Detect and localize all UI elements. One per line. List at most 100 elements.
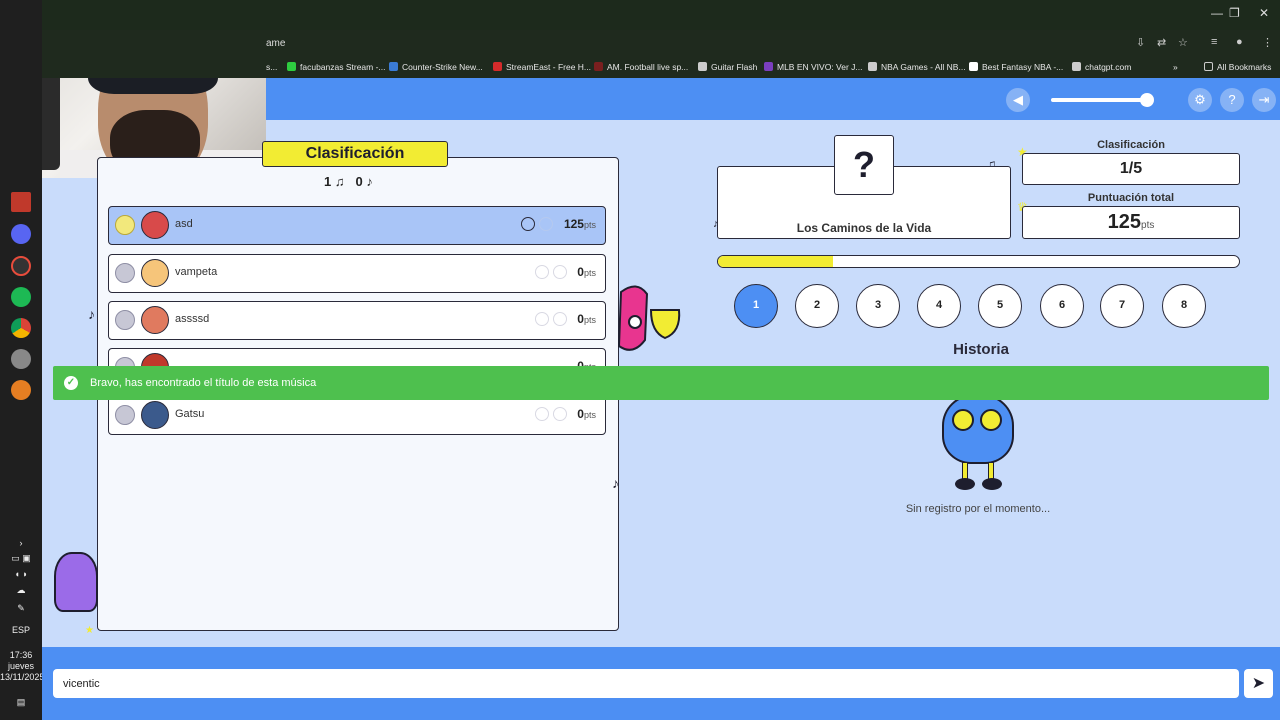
progress-fill [718, 256, 833, 267]
language-indicator[interactable]: ESP [0, 625, 42, 635]
mascot-glasses [980, 409, 1002, 431]
profile-icon[interactable]: ● [1236, 36, 1243, 48]
avatar [141, 211, 169, 239]
artist-icon [553, 312, 567, 326]
round-2: 2 [795, 284, 839, 328]
leaderboard-row: Gatsu 0pts [108, 396, 606, 435]
send-button[interactable]: ➤ [1244, 669, 1273, 698]
clock-time[interactable]: 17:36 [0, 650, 42, 660]
address-bar[interactable]: ame ⇩ ⇄ ☆ ≡ ● ⋮ [42, 30, 1280, 56]
restore-icon[interactable]: ❐ [1229, 6, 1240, 20]
music-note-icon: ♪ [88, 306, 95, 322]
mascot-icon [942, 394, 1014, 464]
leaderboard-counts: 1 ♫ 0 ♪ [324, 174, 373, 189]
translate-icon[interactable]: ⇄ [1157, 36, 1166, 49]
bookmark-item[interactable]: AM. Football live sp... [594, 62, 688, 72]
bookmark-favicon [698, 62, 707, 71]
chrome-icon[interactable] [11, 318, 31, 338]
bookmarks-bar: s... facubanzas Stream -... Counter-Stri… [42, 56, 1280, 78]
star-icon: ★ [85, 625, 94, 636]
trophy-mascot-icon [617, 285, 681, 351]
player-name: asd [175, 218, 193, 230]
bookmark-item[interactable]: chatgpt.com [1072, 62, 1131, 72]
round-1: 1 [734, 284, 778, 328]
menu-icon[interactable]: ⋮ [1262, 36, 1273, 49]
bookmark-star-icon[interactable]: ☆ [1178, 36, 1188, 49]
app-icon[interactable] [11, 192, 31, 212]
music-note-icon [535, 265, 549, 279]
app-icon[interactable] [11, 380, 31, 400]
round-6: 6 [1040, 284, 1084, 328]
bookmark-item[interactable]: MLB EN VIVO: Ver J... [764, 62, 863, 72]
round-4: 4 [917, 284, 961, 328]
player-name: assssd [175, 313, 210, 325]
app-icon[interactable] [11, 256, 31, 276]
bookmark-favicon [493, 62, 502, 71]
pen-icon[interactable]: ✎ [0, 603, 42, 614]
media-icon[interactable]: ≡ [1211, 36, 1217, 48]
bookmark-favicon [594, 62, 603, 71]
volume-icon[interactable]: ◀ [1006, 88, 1030, 112]
avatar [141, 259, 169, 287]
mascot-foot [955, 478, 975, 490]
cloud-icon[interactable]: ☁ [0, 585, 42, 596]
artist-icon [539, 217, 553, 231]
history-empty-text: Sin registro por el momento... [905, 503, 1051, 515]
round-progress-bar [717, 255, 1240, 268]
music-note-icon: ♪ [612, 475, 619, 491]
rank-value: 1/5 [1022, 153, 1240, 185]
volume-slider-knob[interactable] [1140, 93, 1154, 107]
mascot-glasses [952, 409, 974, 431]
leaderboard-row: asd 125pts [108, 206, 606, 245]
leaderboard-row: vampeta 0pts [108, 254, 606, 293]
artist-icon: ♪ [366, 174, 373, 189]
settings-icon[interactable]: ⚙ [1188, 88, 1212, 112]
player-points: 0pts [577, 312, 596, 326]
all-bookmarks[interactable]: All Bookmarks [1204, 62, 1271, 72]
round-8: 8 [1162, 284, 1206, 328]
bookmark-item[interactable]: StreamEast - Free H... [493, 62, 591, 72]
os-taskbar: › ▭ ▣ ◖ ◗ ☁ ✎ ESP 17:36 jueves 13/11/202… [0, 0, 44, 720]
volume-slider[interactable] [1051, 98, 1147, 102]
round-7: 7 [1100, 284, 1144, 328]
clock-day: jueves [7, 661, 34, 671]
answer-input[interactable] [53, 669, 1239, 698]
volume-tray-icon[interactable]: ◖ ◗ [0, 569, 42, 579]
app-icon[interactable] [11, 349, 31, 369]
folder-icon [1204, 62, 1213, 71]
minimize-icon[interactable]: — [1211, 6, 1223, 20]
chevron-right-icon[interactable]: » [1173, 62, 1178, 72]
discord-icon[interactable] [11, 224, 31, 244]
medal-icon [115, 215, 135, 235]
tray-icons[interactable]: ▭ ▣ [0, 553, 42, 564]
success-toast: ✓ Bravo, has encontrado el título de est… [53, 366, 1269, 400]
round-5: 5 [978, 284, 1022, 328]
notification-icon[interactable]: ▤ [0, 697, 42, 708]
bookmark-item[interactable]: NBA Games - All NB... [868, 62, 966, 72]
bookmark-favicon [969, 62, 978, 71]
history-title: Historia [953, 341, 1009, 358]
bookmark-favicon [868, 62, 877, 71]
exit-icon[interactable]: ⇥ [1252, 88, 1276, 112]
bookmark-item[interactable]: Best Fantasy NBA -... [969, 62, 1063, 72]
bookmark-item[interactable]: facubanzas Stream -... [287, 62, 386, 72]
browser-titlebar: — ❐ ✕ [42, 0, 1280, 30]
spotify-icon[interactable] [11, 287, 31, 307]
chevron-up-icon[interactable]: › [0, 538, 42, 548]
install-icon[interactable]: ⇩ [1136, 36, 1145, 49]
avatar [141, 401, 169, 429]
leaderboard-row: assssd 0pts [108, 301, 606, 340]
round-3: 3 [856, 284, 900, 328]
toast-message: Bravo, has encontrado el título de esta … [90, 377, 317, 389]
bookmark-item[interactable]: Counter-Strike New... [389, 62, 483, 72]
player-points: 0pts [577, 265, 596, 279]
bookmark-item[interactable]: s... [266, 62, 277, 72]
bookmark-item[interactable]: Guitar Flash [698, 62, 757, 72]
send-icon: ➤ [1251, 675, 1266, 692]
help-icon[interactable]: ? [1220, 88, 1244, 112]
found-title-count: 1 [324, 174, 332, 189]
player-name: Gatsu [175, 408, 205, 420]
music-note-icon [535, 407, 549, 421]
purple-mascot [54, 552, 98, 612]
close-icon[interactable]: ✕ [1259, 6, 1269, 20]
